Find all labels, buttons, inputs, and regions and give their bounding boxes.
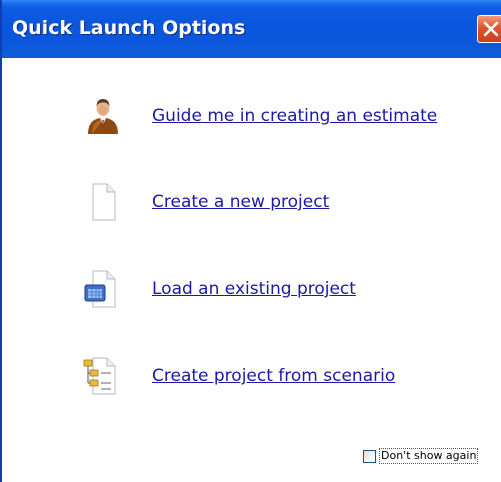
dont-show-again[interactable]: Don't show again (363, 447, 479, 465)
scenario-document-icon (80, 354, 126, 398)
title-bar[interactable]: Quick Launch Options (2, 0, 501, 58)
dont-show-again-checkbox[interactable] (363, 449, 376, 463)
guide-estimate-link[interactable]: Guide me in creating an estimate (152, 106, 437, 126)
open-document-icon (80, 267, 126, 311)
option-create-from-scenario[interactable]: Create project from scenario (2, 354, 482, 398)
close-icon (483, 21, 499, 37)
blank-document-icon (80, 180, 126, 224)
window-title: Quick Launch Options (12, 17, 246, 39)
create-from-scenario-link[interactable]: Create project from scenario (152, 366, 395, 386)
load-existing-project-link[interactable]: Load an existing project (152, 279, 356, 299)
option-load-existing-project[interactable]: Load an existing project (2, 267, 482, 311)
option-guide-estimate[interactable]: Guide me in creating an estimate (2, 94, 482, 138)
create-new-project-link[interactable]: Create a new project (152, 192, 329, 212)
quick-launch-dialog: Quick Launch Options Guide me in creatin… (0, 0, 501, 482)
close-button[interactable] (477, 15, 501, 43)
person-icon (80, 94, 126, 138)
dont-show-again-label[interactable]: Don't show again (379, 448, 479, 464)
option-create-new-project[interactable]: Create a new project (2, 180, 482, 224)
